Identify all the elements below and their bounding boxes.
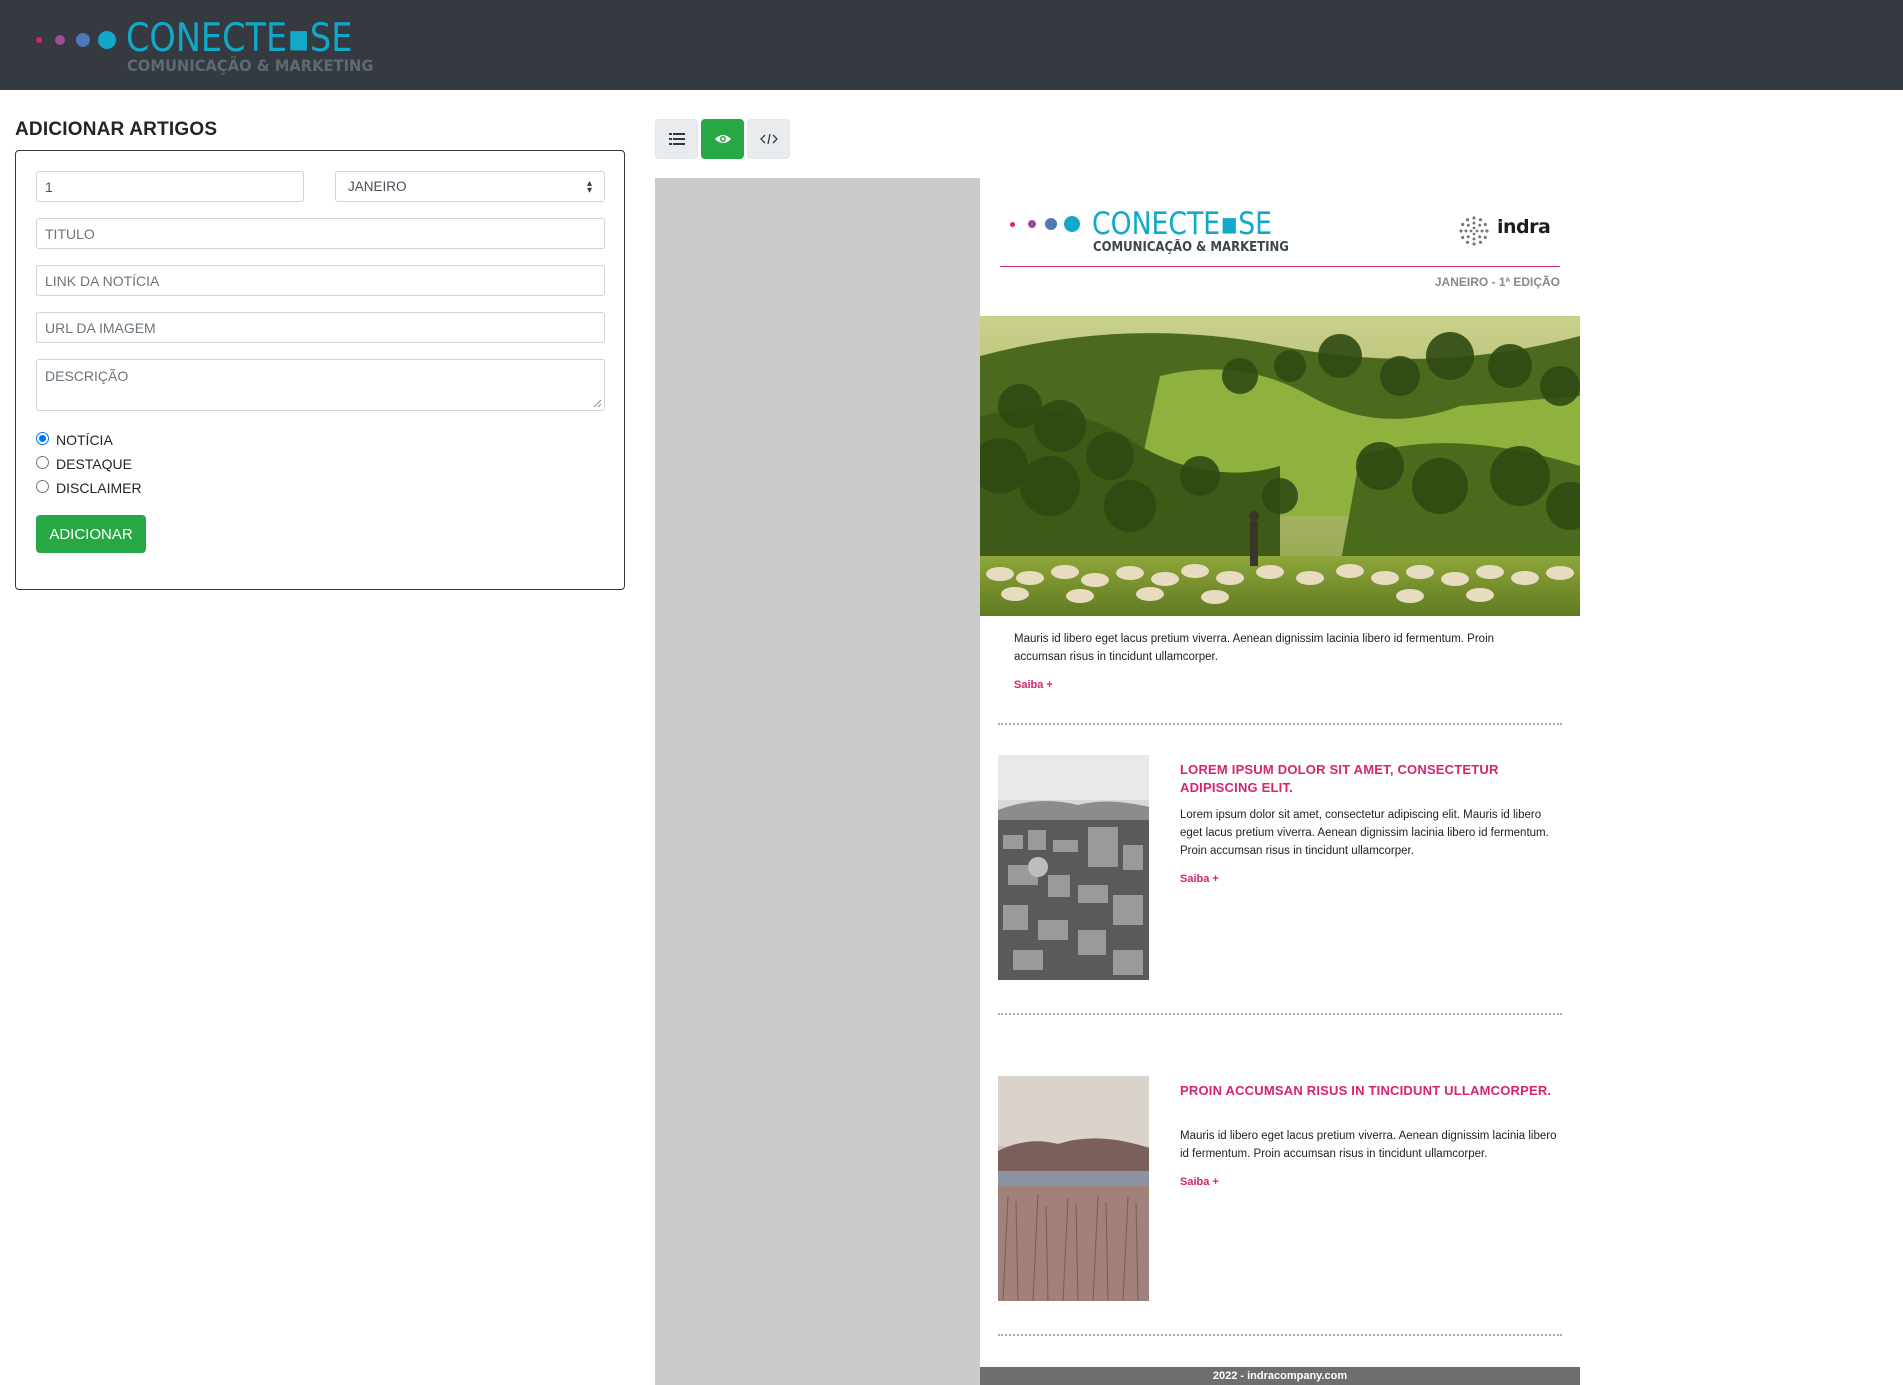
- article-1-title: LOREM IPSUM DOLOR SIT AMET, CONSECTETUR …: [1180, 762, 1499, 795]
- code-icon: [759, 133, 778, 145]
- link-input-placeholder: LINK DA NOTÍCIA: [45, 272, 160, 289]
- article-2-title: PROIN ACCUMSAN RISUS IN TINCIDUNT ULLAMC…: [1180, 1083, 1552, 1098]
- list-view-button[interactable]: [655, 119, 698, 159]
- link-input[interactable]: LINK DA NOTÍCIA: [36, 265, 605, 296]
- top-bar: CONECTE▪SE COMUNICAÇÃO & MARKETING: [0, 0, 1903, 90]
- brand-subtitle: COMUNICAÇÃO & MARKETING: [127, 56, 374, 75]
- section-divider: [998, 723, 1562, 725]
- partner-name: indra: [1497, 216, 1551, 238]
- section-divider: [998, 1013, 1562, 1015]
- radio-disclaimer-label: DISCLAIMER: [56, 480, 142, 496]
- indra-mark-icon: [1459, 216, 1489, 246]
- month-select-value: JANEIRO: [348, 179, 407, 194]
- hero-read-more-link[interactable]: Saiba +: [1014, 679, 1053, 691]
- article-1-text: Lorem ipsum dolor sit amet, consectetur …: [1180, 809, 1549, 857]
- description-textarea[interactable]: DESCRIÇÃO: [36, 359, 605, 411]
- panel-title: ADICIONAR ARTIGOS: [15, 119, 218, 140]
- radio-destaque[interactable]: DESTAQUE: [36, 455, 132, 472]
- radio-button-checked[interactable]: [36, 431, 49, 445]
- title-input[interactable]: TITULO: [36, 218, 605, 249]
- radio-noticia[interactable]: NOTÍCIA: [36, 431, 113, 448]
- indra-logo: indra: [1457, 214, 1557, 248]
- hero-image[interactable]: [980, 316, 1580, 616]
- newsletter-preview: CONECTE▪SE COMUNICAÇÃO & MARKETING indra…: [980, 178, 1580, 1385]
- image-url-input-placeholder: URL DA IMAGEM: [45, 319, 156, 336]
- brand-title: CONECTE▪SE: [126, 16, 353, 61]
- header-divider: [1000, 266, 1560, 267]
- hero-text: Mauris id libero eget lacus pretium vive…: [1014, 633, 1495, 663]
- description-placeholder: DESCRIÇÃO: [45, 368, 129, 384]
- radio-button[interactable]: [36, 455, 49, 469]
- radio-disclaimer[interactable]: DISCLAIMER: [36, 479, 142, 496]
- radio-noticia-label: NOTÍCIA: [56, 432, 113, 448]
- resize-grip-icon[interactable]: [592, 398, 602, 408]
- title-input-placeholder: TITULO: [45, 225, 95, 242]
- newsletter-brand-title: CONECTE▪SE: [1092, 206, 1272, 242]
- logo-dots: [34, 30, 116, 50]
- article-image-city[interactable]: [998, 755, 1149, 980]
- month-select[interactable]: JANEIRO ▴ ▾: [335, 171, 605, 202]
- article-2-read-more-link[interactable]: Saiba +: [1180, 1176, 1219, 1188]
- image-url-input[interactable]: URL DA IMAGEM: [36, 312, 605, 343]
- article-2-text: Mauris id libero eget lacus pretium vive…: [1180, 1130, 1557, 1160]
- article-image-lake[interactable]: [998, 1076, 1149, 1301]
- radio-button[interactable]: [36, 479, 49, 493]
- edition-label: JANEIRO - 1ª EDIÇÃO: [1434, 275, 1560, 289]
- number-input-value: 1: [45, 178, 53, 195]
- number-input[interactable]: 1: [36, 171, 304, 202]
- preview-button[interactable]: [701, 119, 744, 159]
- section-divider: [998, 1334, 1562, 1336]
- radio-destaque-label: DESTAQUE: [56, 456, 132, 472]
- newsletter-brand-subtitle: COMUNICAÇÃO & MARKETING: [1093, 240, 1289, 255]
- newsletter-brand-logo: CONECTE▪SE COMUNICAÇÃO & MARKETING: [1010, 206, 1310, 263]
- newsletter-footer: 2022 - indracompany.com: [980, 1367, 1580, 1385]
- article-1-read-more-link[interactable]: Saiba +: [1180, 873, 1219, 885]
- add-button[interactable]: ADICIONAR: [36, 515, 146, 553]
- eye-icon: [714, 135, 731, 143]
- select-arrows-icon: ▴ ▾: [586, 178, 592, 196]
- list-icon: [668, 133, 685, 145]
- code-view-button[interactable]: [747, 119, 790, 159]
